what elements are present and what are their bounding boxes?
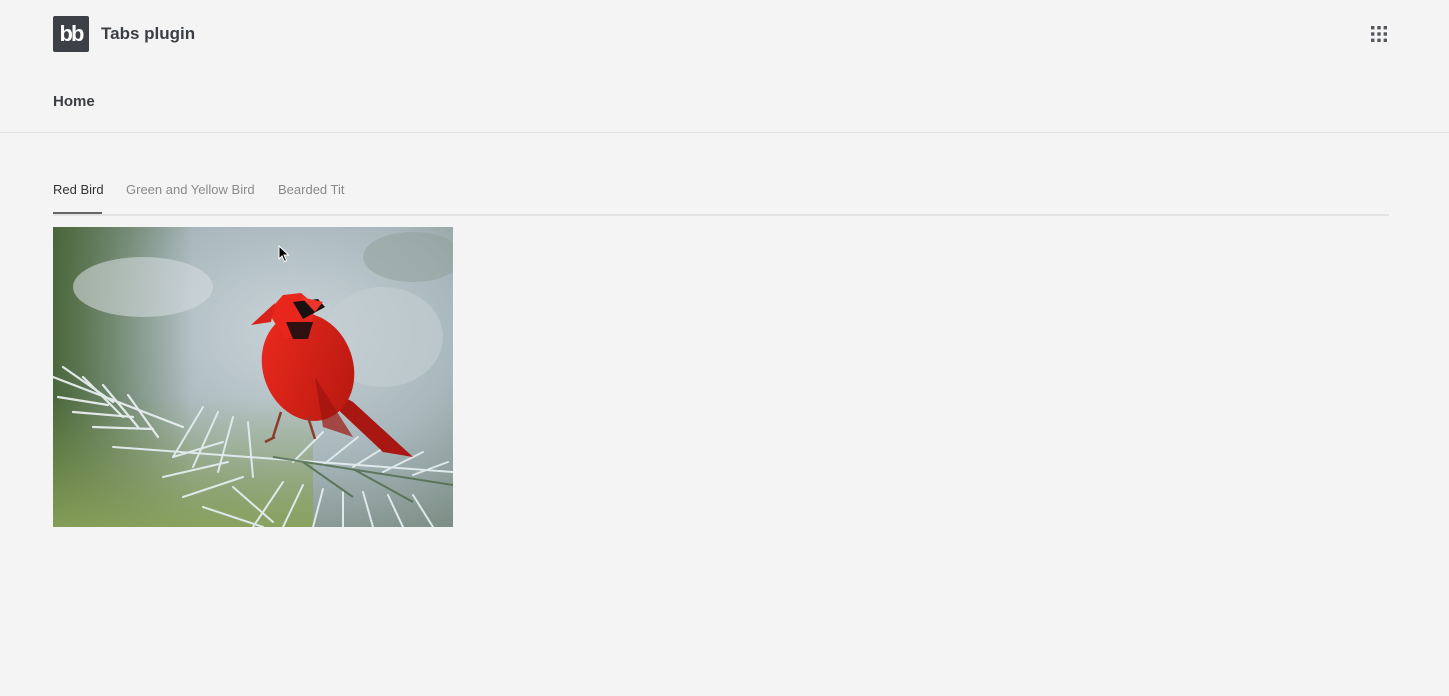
mouse-pointer-icon [278, 245, 290, 263]
red-bird-image [53, 227, 453, 527]
grid-dots-icon[interactable] [1371, 26, 1387, 42]
tab-bearded-tit[interactable]: Bearded Tit [278, 181, 345, 199]
tab-bar: Red Bird Green and Yellow Bird Bearded T… [53, 170, 1389, 216]
active-tab-indicator [53, 212, 102, 214]
top-bar: bb Tabs plugin [0, 0, 1449, 68]
app-title: Tabs plugin [101, 24, 196, 43]
tab-green-and-yellow-bird[interactable]: Green and Yellow Bird [126, 181, 255, 199]
main-nav: Home [0, 68, 1449, 133]
nav-home-link[interactable]: Home [53, 92, 95, 112]
app-logo[interactable]: bb [53, 16, 89, 52]
tab-red-bird[interactable]: Red Bird [53, 181, 104, 199]
